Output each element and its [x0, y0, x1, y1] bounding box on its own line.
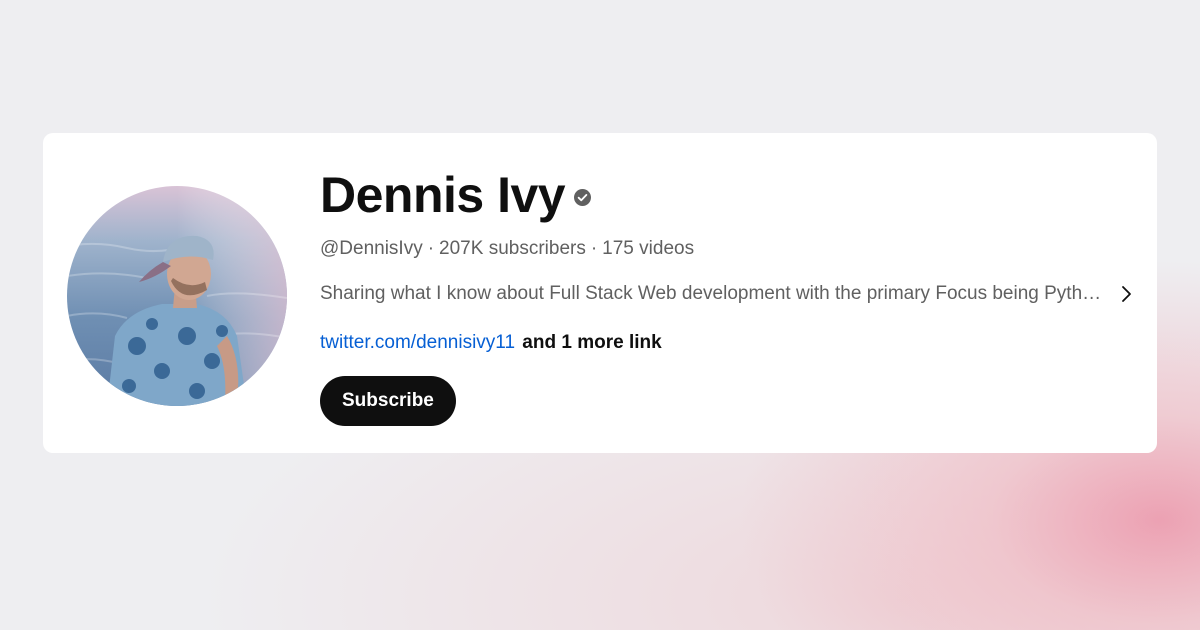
chevron-right-icon[interactable] [1116, 284, 1136, 304]
subscriber-count: 207K subscribers [439, 238, 586, 259]
subscribe-button[interactable]: Subscribe [320, 376, 456, 426]
channel-avatar[interactable] [67, 186, 287, 406]
channel-name: Dennis Ivy [320, 167, 566, 223]
channel-description-row[interactable]: Sharing what I know about Full Stack Web… [320, 280, 1140, 308]
channel-title-row: Dennis Ivy [320, 163, 1120, 227]
twitter-link[interactable]: twitter.com/dennisivy11 [320, 332, 515, 353]
channel-handle: @DennisIvy [320, 238, 423, 259]
channel-header-card: Dennis Ivy @DennisIvy · 207K subscribers · 1… [43, 133, 1157, 453]
meta-separator: · [590, 238, 598, 259]
verified-check-icon [574, 188, 592, 206]
video-count: 175 videos [602, 238, 695, 259]
channel-info: Dennis Ivy @DennisIvy · 207K subscribers · 1… [320, 163, 1131, 426]
meta-separator: · [427, 238, 435, 259]
channel-metadata: @DennisIvy · 207K subscribers · 175 videos [320, 235, 1120, 263]
more-links-button[interactable]: and 1 more link [522, 332, 661, 353]
channel-description[interactable]: Sharing what I know about Full Stack Web… [320, 280, 1105, 308]
avatar-photo [67, 186, 287, 406]
channel-links: twitter.com/dennisivy11 and 1 more link [320, 329, 1120, 357]
